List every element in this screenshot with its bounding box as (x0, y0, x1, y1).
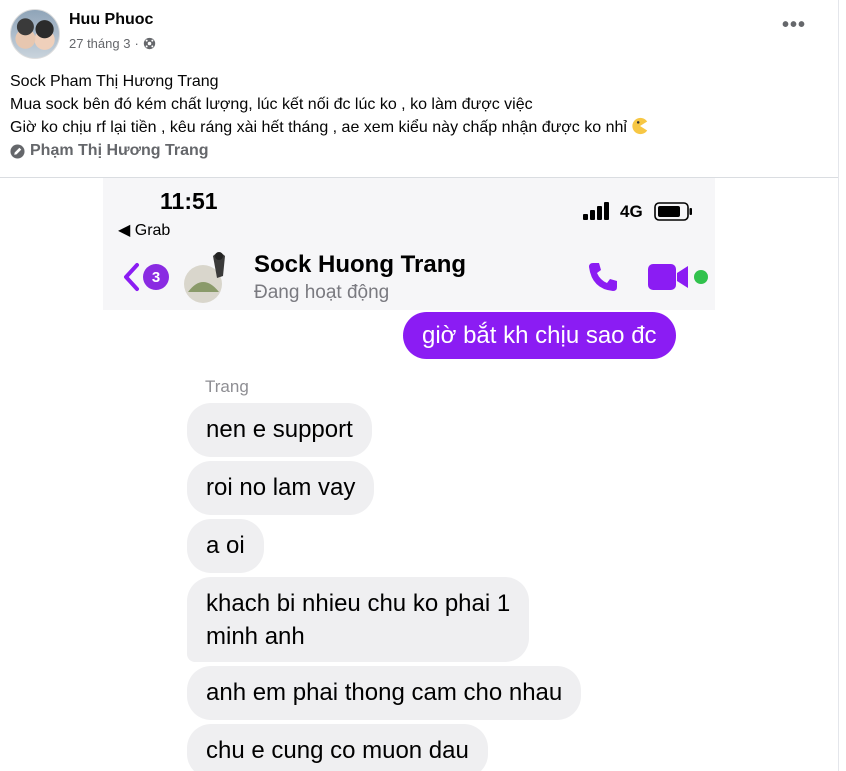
globe-icon (143, 37, 155, 50)
unread-count-badge: 3 (143, 264, 169, 290)
more-options-button[interactable]: ••• (782, 15, 806, 35)
incoming-message: nen e support (187, 403, 372, 457)
post-date[interactable]: 27 tháng 3 (69, 36, 130, 51)
author-name[interactable]: Huu Phuoc (69, 11, 153, 29)
chat-header: 11:51 ◀ Grab 4G 3 Sock Huong Trang Đang … (103, 178, 715, 310)
contact-name: Sock Huong Trang (254, 251, 467, 278)
post-line-2: Mua sock bên đó kém chất lượng, lúc kết … (10, 96, 533, 113)
tagged-person[interactable]: Phạm Thị Hương Trang (10, 142, 209, 160)
incoming-message: a oi (187, 519, 264, 573)
tagged-person-name: Phạm Thị Hương Trang (30, 142, 209, 159)
post-line-3: Giờ ko chịu rf lại tiền , kêu ráng xài h… (10, 116, 649, 139)
incoming-message: roi no lam vay (187, 461, 375, 515)
pencil-tag-icon (10, 143, 25, 159)
back-chevron-icon (124, 263, 139, 291)
post-line-1: Sock Pham Thị Hương Trang (10, 73, 219, 90)
battery-icon (654, 202, 692, 221)
contact-status: Đang hoạt động (254, 282, 390, 303)
sender-label: Trang (205, 377, 249, 396)
back-to-app-link: ◀ Grab (118, 222, 171, 239)
phone-call-icon (589, 263, 617, 291)
signal-icon (583, 202, 609, 220)
video-call-icon (648, 264, 688, 290)
post-line-3-text: Giờ ko chịu rf lại tiền , kêu ráng xài h… (10, 119, 627, 136)
contact-avatar (184, 252, 225, 303)
online-indicator (694, 270, 708, 284)
post-body: Sock Pham Thị Hương Trang Mua sock bên đ… (10, 70, 649, 139)
post-meta: 27 tháng 3 · (69, 36, 156, 51)
status-time: 11:51 (160, 188, 218, 214)
network-type: 4G (620, 202, 643, 221)
author-avatar[interactable] (10, 9, 60, 59)
post-card: Huu Phuoc 27 tháng 3 · ••• Sock Pham Thị… (0, 0, 839, 771)
pacman-face-icon (632, 117, 648, 135)
message-line: minh anh (206, 622, 305, 650)
meta-separator: · (134, 36, 139, 51)
attached-screenshot[interactable]: 11:51 ◀ Grab 4G 3 Sock Huong Trang Đang … (103, 178, 715, 771)
outgoing-message: giờ bắt kh chịu sao đc (403, 312, 676, 359)
incoming-message: anh em phai thong cam cho nhau (187, 666, 582, 720)
message-line: khach bi nhieu chu ko phai 1 (206, 589, 511, 617)
incoming-message: chu e cung co muon dau (187, 724, 488, 771)
incoming-message-multiline: khach bi nhieu chu ko phai 1 minh anh (187, 577, 530, 662)
